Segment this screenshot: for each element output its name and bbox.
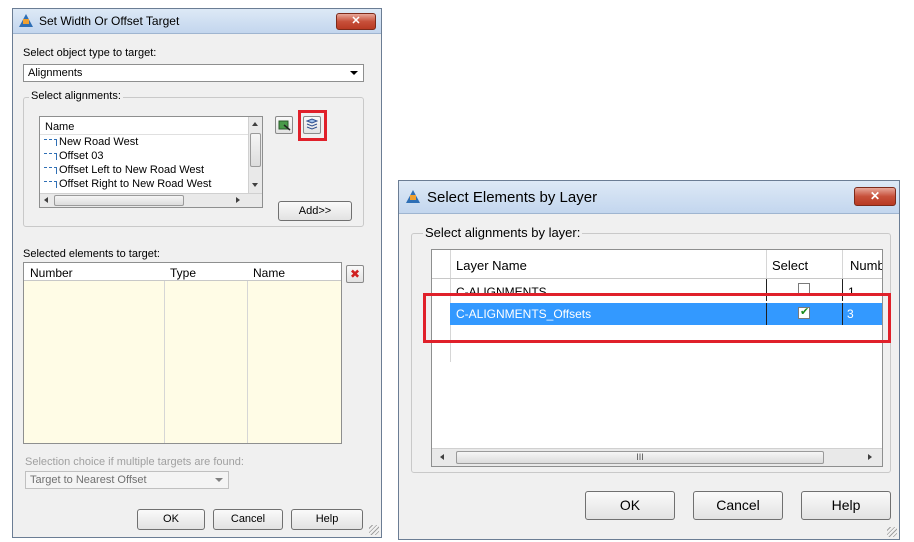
scroll-thumb[interactable]: III: [456, 451, 824, 464]
list-item[interactable]: Offset Left to New Road West: [44, 164, 204, 176]
chevron-down-icon: [350, 71, 358, 75]
alignments-list[interactable]: Name New Road West Offset 03 Offset Left…: [39, 116, 263, 208]
scroll-right-icon[interactable]: [236, 197, 240, 203]
grid-body[interactable]: [24, 281, 341, 443]
alignment-icon: [44, 152, 57, 160]
selected-row-highlight: [423, 293, 891, 343]
ok-button[interactable]: OK: [137, 509, 205, 530]
layer-grid[interactable]: Layer Name Select Numb C-ALIGNMENTS 1 C-…: [431, 249, 883, 467]
column-header-name[interactable]: Name: [253, 266, 285, 280]
layer-grid-horizontal-scrollbar[interactable]: III: [432, 448, 882, 466]
list-header-name: Name: [45, 121, 75, 133]
scroll-thumb[interactable]: [250, 133, 261, 167]
help-button[interactable]: Help: [291, 509, 363, 530]
dialog1-titlebar[interactable]: Set Width Or Offset Target ✕: [13, 9, 381, 34]
pick-from-drawing-button[interactable]: [275, 116, 293, 134]
object-type-value: Alignments: [28, 67, 83, 79]
autocad-app-icon: [19, 14, 33, 27]
object-type-label: Select object type to target:: [23, 47, 157, 59]
column-header-select[interactable]: Select: [772, 258, 808, 273]
ok-button[interactable]: OK: [585, 491, 675, 520]
set-width-offset-dialog: Set Width Or Offset Target ✕ Select obje…: [12, 8, 382, 538]
select-by-layer-dialog: Select Elements by Layer ✕ Select alignm…: [398, 180, 900, 540]
pick-object-icon: [278, 120, 291, 131]
close-icon: ✕: [869, 189, 881, 203]
list-item[interactable]: Offset Right to New Road West: [44, 178, 211, 190]
column-header-layer-name[interactable]: Layer Name: [456, 258, 527, 273]
help-button[interactable]: Help: [801, 491, 891, 520]
dialog1-close-button[interactable]: ✕: [336, 13, 376, 30]
resize-grip[interactable]: [369, 525, 379, 535]
list-item[interactable]: New Road West: [44, 136, 138, 148]
add-button[interactable]: Add>>: [278, 201, 352, 221]
alignment-icon: [44, 138, 57, 146]
cancel-button[interactable]: Cancel: [693, 491, 783, 520]
list-vertical-scrollbar[interactable]: [248, 117, 262, 193]
object-type-dropdown[interactable]: Alignments: [23, 64, 364, 82]
dialog2-titlebar[interactable]: Select Elements by Layer ✕: [399, 181, 899, 214]
alignment-icon: [44, 166, 57, 174]
selected-elements-grid[interactable]: Number Type Name: [23, 262, 342, 444]
autocad-app-icon: [406, 190, 420, 203]
scroll-down-icon[interactable]: [252, 183, 258, 187]
column-header-number[interactable]: Number: [30, 266, 73, 280]
chevron-down-icon: [215, 478, 223, 482]
select-by-layer-title: Select alignments by layer:: [423, 225, 583, 240]
scroll-up-icon[interactable]: [252, 122, 258, 126]
select-by-layer-highlight: [298, 110, 327, 141]
add-button-label: Add>>: [298, 205, 332, 217]
dialog2-title: Select Elements by Layer: [427, 189, 598, 206]
scroll-right-icon[interactable]: [868, 454, 872, 460]
column-header-number[interactable]: Numb: [850, 258, 882, 273]
delete-button[interactable]: ✖: [346, 265, 364, 283]
scroll-left-icon[interactable]: [440, 454, 444, 460]
cancel-button[interactable]: Cancel: [213, 509, 283, 530]
list-horizontal-scrollbar[interactable]: [40, 193, 262, 207]
alignment-icon: [44, 180, 57, 188]
selection-choice-value: Target to Nearest Offset: [30, 474, 147, 486]
resize-grip[interactable]: [887, 527, 897, 537]
selected-elements-label: Selected elements to target:: [23, 248, 160, 260]
dialog1-title: Set Width Or Offset Target: [39, 14, 180, 28]
column-header-type[interactable]: Type: [170, 266, 196, 280]
scroll-thumb-grip: III: [636, 452, 644, 462]
dialog2-close-button[interactable]: ✕: [854, 187, 896, 206]
delete-icon: ✖: [349, 267, 361, 281]
selection-choice-label: Selection choice if multiple targets are…: [25, 456, 244, 468]
close-icon: ✕: [351, 15, 361, 27]
scroll-left-icon[interactable]: [44, 197, 48, 203]
list-item[interactable]: Offset 03: [44, 150, 103, 162]
selection-choice-dropdown[interactable]: Target to Nearest Offset: [25, 471, 229, 489]
scroll-thumb[interactable]: [54, 195, 184, 206]
select-alignments-title: Select alignments:: [29, 90, 123, 102]
